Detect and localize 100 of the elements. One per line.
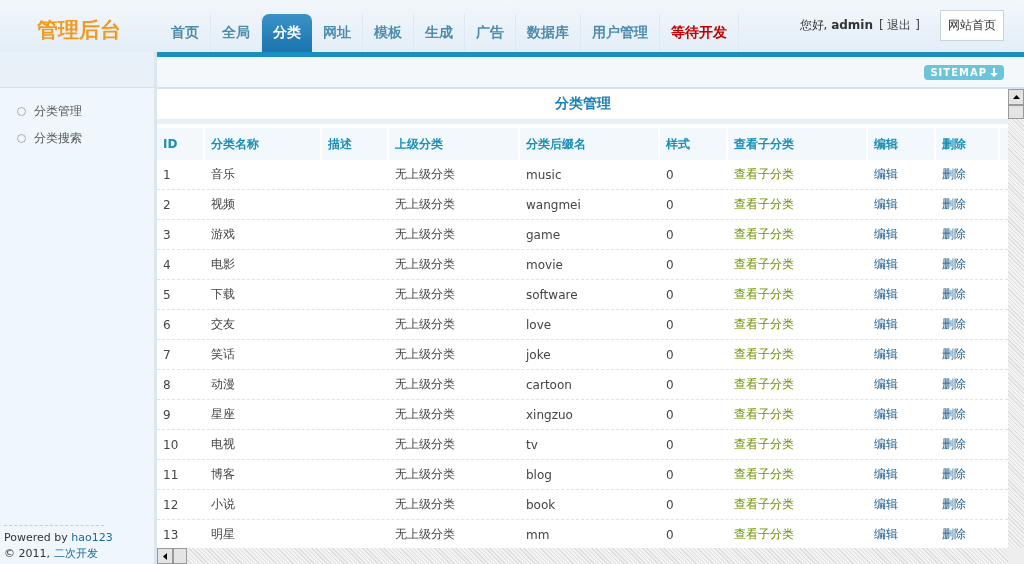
category-suffix: mm (526, 527, 550, 542)
view-subcategories-link[interactable]: 查看子分类 (734, 406, 794, 423)
view-subcategories-link[interactable]: 查看子分类 (734, 226, 794, 243)
scroll-thumb[interactable] (173, 548, 187, 564)
style-value: 0 (666, 347, 674, 362)
edit-link[interactable]: 编辑 (874, 256, 898, 273)
vertical-scrollbar[interactable] (1008, 89, 1024, 548)
parent-category: 无上级分类 (395, 346, 455, 363)
category-suffix: game (526, 227, 561, 242)
logout-link[interactable]: [ 退出 ] (879, 17, 920, 34)
scroll-up-icon[interactable] (1012, 95, 1020, 99)
edit-link[interactable]: 编辑 (874, 166, 898, 183)
parent-category: 无上级分类 (395, 196, 455, 213)
view-subcategories-link[interactable]: 查看子分类 (734, 286, 794, 303)
edit-link[interactable]: 编辑 (874, 286, 898, 303)
view-subcategories-link[interactable]: 查看子分类 (734, 346, 794, 363)
parent-category: 无上级分类 (395, 286, 455, 303)
delete-link[interactable]: 删除 (942, 286, 966, 303)
view-subcategories-link[interactable]: 查看子分类 (734, 166, 794, 183)
parent-category: 无上级分类 (395, 166, 455, 183)
style-value: 0 (666, 257, 674, 272)
sidebar-item[interactable]: 分类管理 (34, 103, 82, 120)
horizontal-scrollbar[interactable] (157, 548, 1008, 564)
style-value: 0 (666, 437, 674, 452)
column-header: 分类后缀名 (520, 128, 660, 160)
style-value: 0 (666, 287, 674, 302)
edit-link[interactable]: 编辑 (874, 496, 898, 513)
category-suffix: love (526, 317, 552, 332)
column-header: 上级分类 (389, 128, 520, 160)
category-name: 动漫 (211, 376, 235, 393)
column-header: 编辑 (868, 128, 936, 160)
view-subcategories-link[interactable]: 查看子分类 (734, 496, 794, 513)
view-subcategories-link[interactable]: 查看子分类 (734, 526, 794, 543)
edit-link[interactable]: 编辑 (874, 316, 898, 333)
site-home-button[interactable]: 网站首页 (940, 10, 1004, 41)
row-id: 5 (163, 287, 171, 302)
sidebar-item[interactable]: 分类搜索 (34, 130, 82, 147)
category-name: 明星 (211, 526, 235, 543)
view-subcategories-link[interactable]: 查看子分类 (734, 376, 794, 393)
logo: 管理后台 (35, 17, 122, 44)
parent-category: 无上级分类 (395, 376, 455, 393)
row-id: 12 (163, 497, 179, 512)
parent-category: 无上级分类 (395, 526, 455, 543)
nav-tab[interactable]: 分类 (262, 14, 312, 52)
scroll-thumb[interactable] (1008, 105, 1024, 119)
row-id: 9 (163, 407, 171, 422)
row-id: 4 (163, 257, 171, 272)
scroll-left-icon[interactable] (163, 552, 167, 560)
powered-by-text: Powered by (4, 531, 68, 544)
edit-link[interactable]: 编辑 (874, 436, 898, 453)
copyright-text: © 2011, (4, 547, 50, 560)
category-name: 博客 (211, 466, 235, 483)
delete-link[interactable]: 删除 (942, 436, 966, 453)
row-id: 10 (163, 437, 179, 452)
delete-link[interactable]: 删除 (942, 496, 966, 513)
copyright-link[interactable]: 二次开发 (53, 547, 98, 560)
column-header: 查看子分类 (728, 128, 868, 160)
category-suffix: blog (526, 467, 552, 482)
down-arrow-icon (990, 67, 998, 77)
category-suffix: music (526, 167, 562, 182)
row-id: 13 (163, 527, 179, 542)
style-value: 0 (666, 197, 674, 212)
delete-link[interactable]: 删除 (942, 346, 966, 363)
view-subcategories-link[interactable]: 查看子分类 (734, 196, 794, 213)
edit-link[interactable]: 编辑 (874, 406, 898, 423)
parent-category: 无上级分类 (395, 316, 455, 333)
delete-link[interactable]: 删除 (942, 466, 966, 483)
edit-link[interactable]: 编辑 (874, 376, 898, 393)
delete-link[interactable]: 删除 (942, 166, 966, 183)
edit-link[interactable]: 编辑 (874, 196, 898, 213)
view-subcategories-link[interactable]: 查看子分类 (734, 316, 794, 333)
parent-category: 无上级分类 (395, 436, 455, 453)
delete-link[interactable]: 删除 (942, 376, 966, 393)
delete-link[interactable]: 删除 (942, 526, 966, 543)
delete-link[interactable]: 删除 (942, 226, 966, 243)
style-value: 0 (666, 407, 674, 422)
parent-category: 无上级分类 (395, 406, 455, 423)
category-suffix: movie (526, 257, 563, 272)
category-suffix: software (526, 287, 578, 302)
delete-link[interactable]: 删除 (942, 316, 966, 333)
view-subcategories-link[interactable]: 查看子分类 (734, 466, 794, 483)
edit-link[interactable]: 编辑 (874, 226, 898, 243)
view-subcategories-link[interactable]: 查看子分类 (734, 256, 794, 273)
delete-link[interactable]: 删除 (942, 256, 966, 273)
edit-link[interactable]: 编辑 (874, 466, 898, 483)
category-name: 下载 (211, 286, 235, 303)
delete-link[interactable]: 删除 (942, 196, 966, 213)
category-name: 电影 (211, 256, 235, 273)
edit-link[interactable]: 编辑 (874, 526, 898, 543)
category-name: 视频 (211, 196, 235, 213)
category-suffix: tv (526, 437, 538, 452)
edit-link[interactable]: 编辑 (874, 346, 898, 363)
powered-by-link[interactable]: hao123 (71, 531, 113, 544)
category-suffix: wangmei (526, 197, 581, 212)
style-value: 0 (666, 497, 674, 512)
view-subcategories-link[interactable]: 查看子分类 (734, 436, 794, 453)
delete-link[interactable]: 删除 (942, 406, 966, 423)
row-id: 7 (163, 347, 171, 362)
column-header: 删除 (936, 128, 1000, 160)
column-header: 样式 (660, 128, 728, 160)
